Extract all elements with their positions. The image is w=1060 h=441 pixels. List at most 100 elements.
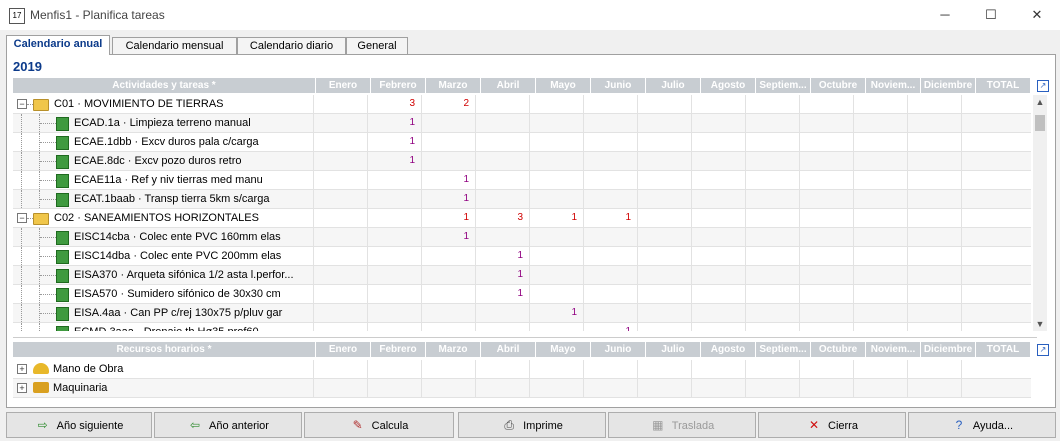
resources-col-header[interactable]: Diciembre xyxy=(921,342,976,357)
month-value-cell[interactable] xyxy=(799,285,853,303)
month-value-cell[interactable] xyxy=(961,171,1015,189)
month-value-cell[interactable] xyxy=(313,152,367,170)
month-value-cell[interactable] xyxy=(745,95,799,113)
month-value-cell[interactable] xyxy=(853,285,907,303)
month-value-cell[interactable] xyxy=(799,133,853,151)
month-value-cell[interactable] xyxy=(691,95,745,113)
month-value-cell[interactable] xyxy=(475,304,529,322)
month-value-cell[interactable] xyxy=(313,133,367,151)
month-value-cell[interactable] xyxy=(583,266,637,284)
activities-col-header[interactable]: Diciembre xyxy=(921,78,976,93)
month-value-cell[interactable] xyxy=(529,95,583,113)
month-value-cell[interactable] xyxy=(907,133,961,151)
resources-col-header[interactable]: Junio xyxy=(591,342,646,357)
month-value-cell[interactable]: 1 xyxy=(421,171,475,189)
month-value-cell[interactable] xyxy=(961,285,1015,303)
month-value-cell[interactable] xyxy=(637,228,691,246)
month-value-cell[interactable] xyxy=(475,114,529,132)
resource-month-cell[interactable] xyxy=(367,360,421,378)
activities-col-header[interactable]: Abril xyxy=(481,78,536,93)
resources-col-header[interactable]: Febrero xyxy=(371,342,426,357)
month-value-cell[interactable] xyxy=(367,285,421,303)
month-value-cell[interactable] xyxy=(313,228,367,246)
month-value-cell[interactable]: 1 xyxy=(475,247,529,265)
month-value-cell[interactable] xyxy=(637,266,691,284)
resource-month-cell[interactable] xyxy=(853,360,907,378)
resource-month-cell[interactable] xyxy=(907,379,961,397)
resource-month-cell[interactable] xyxy=(529,360,583,378)
activities-col-header[interactable]: Junio xyxy=(591,78,646,93)
task-row[interactable]: ECAE11a · Ref y niv tierras med manu 1 xyxy=(13,171,1031,190)
print-button[interactable]: ⎙ Imprime xyxy=(458,412,606,438)
month-value-cell[interactable] xyxy=(637,152,691,170)
month-value-cell[interactable] xyxy=(745,266,799,284)
month-value-cell[interactable] xyxy=(529,133,583,151)
month-value-cell[interactable] xyxy=(313,190,367,208)
month-value-cell[interactable] xyxy=(583,133,637,151)
resources-col-header[interactable]: Mayo xyxy=(536,342,591,357)
task-row[interactable]: ECAT.1baab · Transp tierra 5km s/carga 1 xyxy=(13,190,1031,209)
month-value-cell[interactable] xyxy=(691,152,745,170)
month-value-cell[interactable] xyxy=(853,152,907,170)
month-value-cell[interactable] xyxy=(691,304,745,322)
month-value-cell[interactable] xyxy=(907,209,961,227)
month-value-cell[interactable] xyxy=(745,285,799,303)
activities-grid[interactable]: − C01 · MOVIMIENTO DE TIERRAS 3 2 ECAD.1a · … xyxy=(13,95,1031,331)
resource-month-cell[interactable] xyxy=(853,379,907,397)
task-row[interactable]: EISA.4aa · Can PP c/rej 130x75 p/pluv ga… xyxy=(13,304,1031,323)
month-value-cell[interactable]: 2 xyxy=(421,95,475,113)
month-value-cell[interactable] xyxy=(745,323,799,331)
month-value-cell[interactable] xyxy=(799,171,853,189)
resource-month-cell[interactable] xyxy=(475,360,529,378)
resource-month-cell[interactable] xyxy=(691,360,745,378)
resources-col-header[interactable]: Julio xyxy=(646,342,701,357)
collapse-icon[interactable]: − xyxy=(17,99,27,109)
month-value-cell[interactable] xyxy=(367,228,421,246)
help-button[interactable]: ? Ayuda... xyxy=(908,412,1056,438)
month-value-cell[interactable] xyxy=(853,190,907,208)
resources-col-header[interactable]: Marzo xyxy=(426,342,481,357)
month-value-cell[interactable] xyxy=(853,323,907,331)
resources-col-header[interactable]: Septiem... xyxy=(756,342,811,357)
month-value-cell[interactable] xyxy=(853,228,907,246)
scroll-up-icon[interactable]: ▲ xyxy=(1033,95,1047,109)
month-value-cell[interactable] xyxy=(691,190,745,208)
month-value-cell[interactable] xyxy=(367,304,421,322)
month-value-cell[interactable] xyxy=(421,152,475,170)
month-value-cell[interactable] xyxy=(529,114,583,132)
month-value-cell[interactable] xyxy=(637,323,691,331)
month-value-cell[interactable] xyxy=(961,228,1015,246)
resources-column-header[interactable]: Recursos horarios * xyxy=(13,342,316,357)
month-value-cell[interactable] xyxy=(691,171,745,189)
tab-calendario-diario[interactable]: Calendario diario xyxy=(237,37,346,54)
month-value-cell[interactable] xyxy=(583,114,637,132)
month-value-cell[interactable] xyxy=(637,247,691,265)
resource-month-cell[interactable] xyxy=(583,379,637,397)
month-value-cell[interactable] xyxy=(583,304,637,322)
resource-month-cell[interactable] xyxy=(313,379,367,397)
month-value-cell[interactable] xyxy=(691,228,745,246)
activities-col-header[interactable]: Septiem... xyxy=(756,78,811,93)
month-value-cell[interactable]: 3 xyxy=(475,209,529,227)
activities-col-header[interactable]: Julio xyxy=(646,78,701,93)
month-value-cell[interactable] xyxy=(799,152,853,170)
month-value-cell[interactable]: 1 xyxy=(583,323,637,331)
month-value-cell[interactable] xyxy=(691,133,745,151)
month-value-cell[interactable] xyxy=(367,209,421,227)
month-value-cell[interactable] xyxy=(637,304,691,322)
resources-col-header[interactable]: Enero xyxy=(316,342,371,357)
month-value-cell[interactable]: 1 xyxy=(367,114,421,132)
month-value-cell[interactable] xyxy=(907,247,961,265)
expand-resources-icon[interactable]: ↗ xyxy=(1037,344,1049,356)
resource-month-cell[interactable] xyxy=(691,379,745,397)
month-value-cell[interactable] xyxy=(745,152,799,170)
resource-month-cell[interactable] xyxy=(421,379,475,397)
month-value-cell[interactable]: 1 xyxy=(529,304,583,322)
month-value-cell[interactable] xyxy=(961,133,1015,151)
month-value-cell[interactable] xyxy=(529,171,583,189)
resource-month-cell[interactable] xyxy=(583,360,637,378)
month-value-cell[interactable] xyxy=(637,95,691,113)
month-value-cell[interactable] xyxy=(853,209,907,227)
month-value-cell[interactable]: 1 xyxy=(367,152,421,170)
resource-month-cell[interactable] xyxy=(637,379,691,397)
